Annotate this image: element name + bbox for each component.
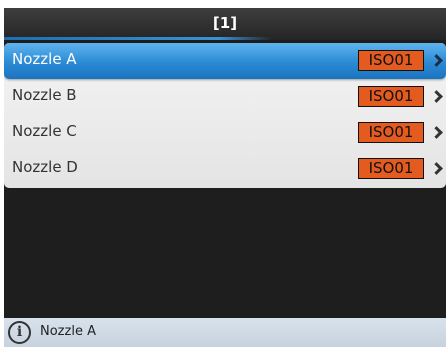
chevron-right-icon: [430, 126, 443, 139]
screen: [1] Nozzle A ISO01 Nozzle B ISO01 Nozzle…: [4, 8, 446, 347]
nozzle-row-d[interactable]: Nozzle D ISO01: [4, 151, 446, 187]
nozzle-row-b[interactable]: Nozzle B ISO01: [4, 79, 446, 115]
iso-badge: ISO01: [358, 50, 424, 71]
status-bar: i Nozzle A: [4, 318, 446, 347]
iso-badge: ISO01: [358, 86, 424, 107]
chevron-right-icon: [430, 90, 443, 103]
nozzle-label: Nozzle A: [12, 50, 77, 68]
info-icon[interactable]: i: [8, 321, 31, 344]
chevron-right-icon: [430, 162, 443, 175]
iso-badge: ISO01: [358, 122, 424, 143]
nozzle-label: Nozzle B: [12, 86, 77, 104]
title-bar: [1]: [4, 8, 446, 40]
nozzle-list: Nozzle A ISO01 Nozzle B ISO01 Nozzle C I…: [4, 43, 446, 188]
nozzle-row-a[interactable]: Nozzle A ISO01: [4, 43, 446, 79]
nozzle-label: Nozzle C: [12, 122, 77, 140]
nozzle-label: Nozzle D: [12, 158, 78, 176]
page-title: [1]: [212, 14, 238, 32]
nozzle-row-c[interactable]: Nozzle C ISO01: [4, 115, 446, 151]
status-text: Nozzle A: [40, 324, 96, 339]
title-accent-line: [4, 37, 272, 40]
iso-badge: ISO01: [358, 158, 424, 179]
chevron-right-icon: [430, 54, 443, 67]
